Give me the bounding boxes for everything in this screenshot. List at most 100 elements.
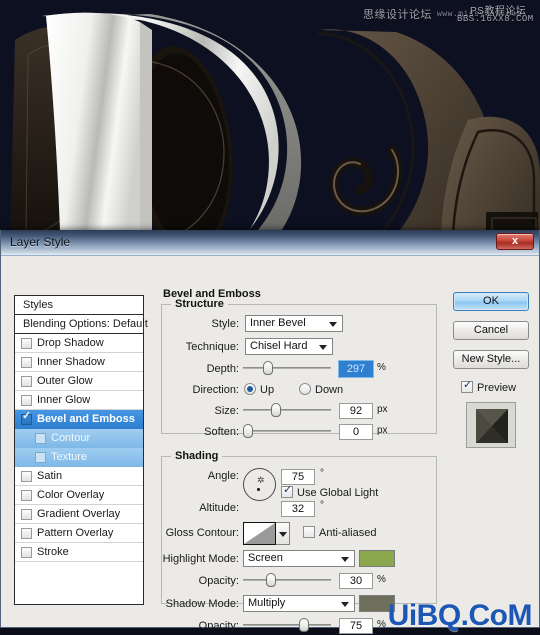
sidebar-item-label: Bevel and Emboss (37, 413, 135, 425)
watermark-bottom: UiBQ.CoM (387, 599, 533, 632)
anti-aliased-label: Anti-aliased (319, 527, 377, 539)
dialog-titlebar[interactable]: Layer Style x (1, 230, 539, 256)
sidebar-item-label: Texture (51, 451, 88, 463)
size-slider-thumb[interactable] (271, 403, 281, 417)
close-icon[interactable]: x (496, 233, 534, 250)
style-toggle-checkbox[interactable] (21, 490, 32, 501)
direction-down-radio[interactable] (299, 383, 311, 395)
size-slider[interactable] (243, 403, 331, 417)
shadow-opacity-input[interactable]: 75 (339, 618, 373, 634)
cancel-button[interactable]: Cancel (453, 321, 529, 340)
depth-slider-thumb[interactable] (263, 361, 273, 375)
highlight-opacity-input[interactable]: 30 (339, 573, 373, 589)
style-toggle-checkbox[interactable] (35, 452, 46, 463)
soften-slider-thumb[interactable] (243, 424, 253, 438)
technique-select[interactable]: Chisel Hard (245, 338, 333, 355)
use-global-light-label: Use Global Light (297, 487, 379, 499)
angle-dial[interactable]: ✲ (243, 468, 276, 501)
technique-label: Technique: (185, 341, 239, 353)
altitude-label: Altitude: (199, 502, 239, 514)
sidebar-item-label: Color Overlay (37, 489, 105, 501)
size-unit: px (377, 404, 388, 415)
sidebar-item-blending-options[interactable]: Blending Options: Default (15, 315, 148, 334)
preview-label: Preview (477, 382, 517, 394)
direction-up-radio[interactable] (244, 383, 256, 395)
sidebar-item-label: Inner Shadow (37, 356, 105, 368)
angle-dial-center (257, 488, 260, 491)
shadow-opacity-unit: % (377, 619, 386, 630)
sidebar-item-stroke[interactable]: Stroke (15, 543, 143, 562)
layer-style-dialog: Layer Style x Styles Blending Options: D… (0, 230, 540, 634)
shadow-opacity-label: Opacity: (198, 620, 239, 632)
soften-unit: px (377, 425, 388, 436)
style-toggle-checkbox[interactable] (35, 433, 46, 444)
sidebar-item-label: Contour (51, 432, 91, 444)
sidebar-item-outer-glow[interactable]: Outer Glow (15, 372, 143, 391)
depth-slider-track (243, 367, 331, 369)
size-input[interactable]: 92 (339, 403, 373, 419)
sidebar-item-satin[interactable]: Satin (15, 467, 143, 486)
style-label: Style: (211, 318, 239, 330)
soften-slider-track (243, 430, 331, 432)
style-toggle-checkbox[interactable] (21, 509, 32, 520)
sidebar-item-inner-glow[interactable]: Inner Glow (15, 391, 143, 410)
gloss-contour-preview[interactable] (243, 522, 276, 545)
highlight-mode-select[interactable]: Screen (243, 550, 355, 567)
new-style-button[interactable]: New Style... (453, 350, 529, 369)
style-toggle-checkbox[interactable] (21, 338, 32, 349)
dialog-body: Styles Blending Options: Default Drop Sh… (1, 256, 539, 634)
ok-button[interactable]: OK (453, 292, 529, 311)
sidebar-item-label: Gradient Overlay (37, 508, 121, 520)
styles-list-panel: Styles Blending Options: Default Drop Sh… (14, 295, 148, 605)
angle-dial-crosshair: ✲ (257, 475, 265, 485)
screenshot-root: 思缘设计论坛 www.missyuan.com PS教程论坛 BBS.16XX8… (0, 0, 540, 635)
sidebar-item-pattern-overlay[interactable]: Pattern Overlay (15, 524, 143, 543)
soften-slider[interactable] (243, 424, 331, 438)
style-toggle-checkbox[interactable] (21, 376, 32, 387)
highlight-opacity-slider[interactable] (243, 573, 331, 587)
direction-up-label: Up (260, 384, 275, 396)
shadow-opacity-thumb[interactable] (299, 618, 309, 632)
sidebar-item-color-overlay[interactable]: Color Overlay (15, 486, 143, 505)
angle-unit: ° (320, 468, 324, 479)
gloss-contour-label: Gloss Contour: (165, 527, 239, 539)
highlight-opacity-label: Opacity: (198, 575, 239, 587)
style-toggle-checkbox[interactable] (21, 357, 32, 368)
sidebar-item-bevel-and-emboss[interactable]: Bevel and Emboss (15, 410, 143, 429)
style-toggle-checkbox[interactable] (21, 411, 32, 425)
shadow-opacity-slider[interactable] (243, 618, 331, 632)
styles-list-header: Styles (15, 296, 143, 315)
sidebar-item-drop-shadow[interactable]: Drop Shadow (15, 334, 143, 353)
shadow-mode-select[interactable]: Multiply (243, 595, 355, 612)
style-select[interactable]: Inner Bevel (245, 315, 343, 332)
use-global-light-checkbox[interactable] (281, 484, 293, 498)
soften-input[interactable]: 0 (339, 424, 373, 440)
highlight-opacity-thumb[interactable] (266, 573, 276, 587)
sidebar-item-texture[interactable]: Texture (15, 448, 143, 467)
preview-checkbox[interactable] (461, 379, 473, 393)
style-toggle-checkbox[interactable] (21, 395, 32, 406)
highlight-mode-value: Screen (248, 552, 283, 564)
sidebar-item-gradient-overlay[interactable]: Gradient Overlay (15, 505, 143, 524)
shadow-mode-label: Shadow Mode: (165, 598, 239, 610)
gloss-contour-curve (244, 523, 275, 544)
shadow-opacity-track (243, 624, 331, 626)
gloss-contour-dropdown-icon[interactable] (276, 522, 290, 545)
altitude-unit: ° (320, 500, 324, 511)
highlight-color-swatch[interactable] (359, 550, 395, 567)
style-toggle-checkbox[interactable] (21, 471, 32, 482)
anti-aliased-checkbox[interactable] (303, 526, 315, 538)
depth-input[interactable]: 297 (339, 361, 373, 377)
angle-input[interactable]: 75 (281, 469, 315, 485)
sidebar-item-contour[interactable]: Contour (15, 429, 143, 448)
structure-title: Structure (171, 298, 228, 310)
style-toggle-checkbox[interactable] (21, 528, 32, 539)
altitude-input[interactable]: 32 (281, 501, 315, 517)
style-toggle-checkbox[interactable] (21, 547, 32, 558)
chevron-down-icon (319, 345, 327, 350)
chevron-down-icon (341, 602, 349, 607)
depth-slider[interactable] (243, 361, 331, 375)
shadow-mode-value: Multiply (248, 597, 286, 609)
sidebar-item-inner-shadow[interactable]: Inner Shadow (15, 353, 143, 372)
size-label: Size: (214, 405, 239, 417)
